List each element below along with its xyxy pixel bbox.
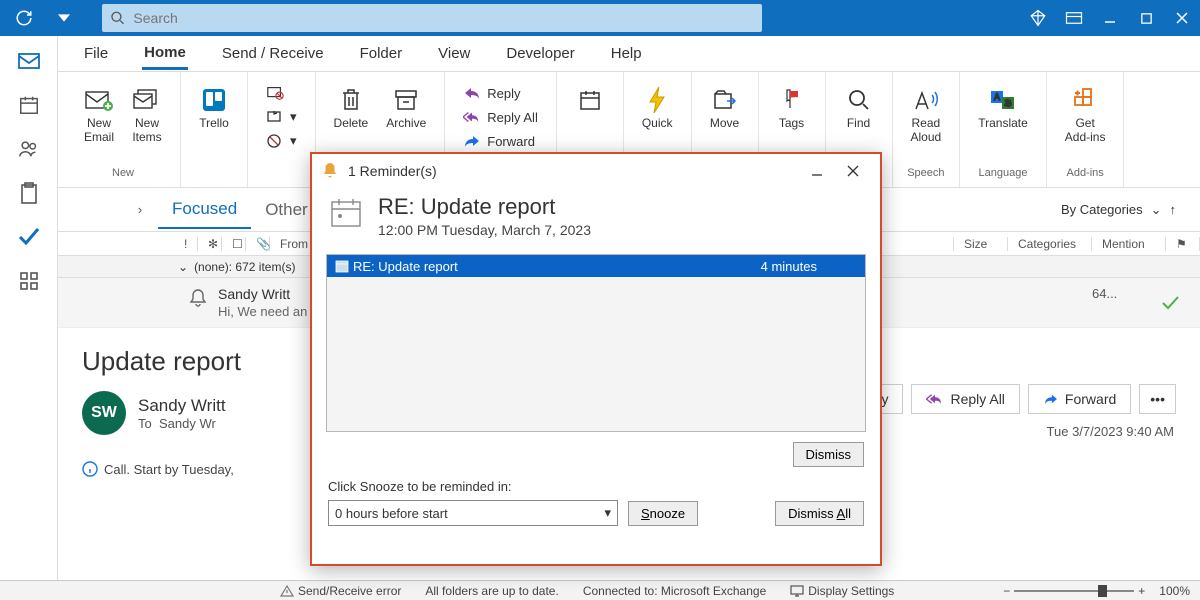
dialog-title: 1 Reminder(s) [348,163,437,179]
dialog-subheading: 12:00 PM Tuesday, March 7, 2023 [378,222,591,238]
maximize-button[interactable] [1128,0,1164,36]
reading-from: Sandy Writt [138,396,226,416]
status-bar: Send/Receive error All folders are up to… [0,580,1200,600]
search-input[interactable] [133,10,754,26]
reminder-list: RE: Update report 4 minutes [326,254,866,432]
search-box[interactable] [102,4,762,32]
tasks-icon[interactable] [9,176,49,210]
dismiss-button[interactable]: Dismiss [793,442,865,467]
people-icon[interactable] [9,132,49,166]
delete-button[interactable]: Delete [328,82,375,134]
meeting-button[interactable] [569,82,611,118]
snooze-select[interactable]: 0 hours before start▾ [328,500,618,526]
tab-view[interactable]: View [436,39,472,68]
reply-button[interactable]: Reply [457,82,544,104]
dropdown-icon[interactable] [46,0,82,36]
mail-icon[interactable] [9,44,49,78]
warning-icon [280,584,294,598]
reminder-item[interactable]: RE: Update report 4 minutes [327,255,865,277]
get-addins-button[interactable]: Get Add-ins [1059,82,1112,149]
dialog-close-button[interactable] [836,156,870,186]
calendar-small-icon [335,259,349,273]
tab-focused[interactable]: Focused [158,191,251,229]
reply-all-button[interactable]: Reply All [457,106,544,128]
archive-button[interactable]: Archive [380,82,432,134]
dismiss-all-button[interactable]: Dismiss All [775,501,864,526]
ribbon-group-new: New [112,167,134,183]
reminder-dialog: 1 Reminder(s) RE: Update report 12:00 PM… [310,152,882,566]
zoom-slider[interactable]: − + 100% [1003,584,1190,598]
minimize-button[interactable] [1092,0,1128,36]
bell-icon [322,162,338,180]
left-nav [0,36,58,580]
sort-label[interactable]: By Categories [1061,202,1143,217]
translate-button[interactable]: AあTranslate [972,82,1034,134]
pane-reply-all-button[interactable]: Reply All [911,384,1019,414]
new-items-button[interactable]: New Items [126,82,168,149]
tab-developer[interactable]: Developer [504,39,576,68]
zoom-out-icon[interactable]: − [1003,584,1010,598]
premium-icon[interactable] [1020,0,1056,36]
pane-forward-button[interactable]: Forward [1028,384,1131,414]
quick-steps-button[interactable]: Quick [636,82,679,134]
apps-icon[interactable] [9,264,49,298]
tab-send-receive[interactable]: Send / Receive [220,39,326,68]
info-icon [82,461,98,477]
tab-file[interactable]: File [82,39,110,68]
reminder-bell-icon [189,288,207,308]
new-email-button[interactable]: New Email [78,82,120,149]
tab-folder[interactable]: Folder [358,39,405,68]
ribbon-mode-icon[interactable] [1056,0,1092,36]
close-button[interactable] [1164,0,1200,36]
menu-tabs: File Home Send / Receive Folder View Dev… [0,36,1200,72]
pane-more-button[interactable]: ••• [1139,384,1176,414]
dialog-heading: RE: Update report [378,194,591,220]
tab-home[interactable]: Home [142,38,188,70]
svg-text:A: A [994,92,1000,102]
junk-button[interactable]: ▾ [260,130,303,152]
check-icon[interactable] [9,220,49,254]
svg-text:あ: あ [1004,99,1012,108]
cleanup-button[interactable]: ▾ [260,106,303,128]
zoom-in-icon[interactable]: + [1138,584,1145,598]
chevron-down-icon[interactable]: ⌄ [1151,202,1162,218]
tags-button[interactable]: Tags [771,82,813,134]
search-icon [110,10,125,26]
ignore-button[interactable] [260,82,303,104]
forward-button[interactable]: Forward [457,130,544,152]
dialog-minimize-button[interactable] [800,156,834,186]
tab-help[interactable]: Help [609,39,644,68]
done-check-icon [1160,295,1180,311]
sync-icon[interactable] [6,0,42,36]
trello-button[interactable]: Trello [193,82,235,134]
reading-date: Tue 3/7/2023 9:40 AM [1047,424,1174,439]
snooze-hint: Click Snooze to be reminded in: [328,479,864,494]
snooze-button[interactable]: Snooze [628,501,698,526]
title-bar [0,0,1200,36]
move-button[interactable]: Move [704,82,746,134]
read-aloud-button[interactable]: Read Aloud [905,82,948,149]
calendar-large-icon [328,194,364,230]
expand-folders-icon[interactable]: › [122,202,158,217]
sort-asc-icon[interactable]: ↑ [1170,202,1177,217]
display-settings-button[interactable]: Display Settings [790,584,894,598]
sender-avatar: SW [82,391,126,435]
calendar-icon[interactable] [9,88,49,122]
find-button[interactable]: Find [838,82,880,134]
